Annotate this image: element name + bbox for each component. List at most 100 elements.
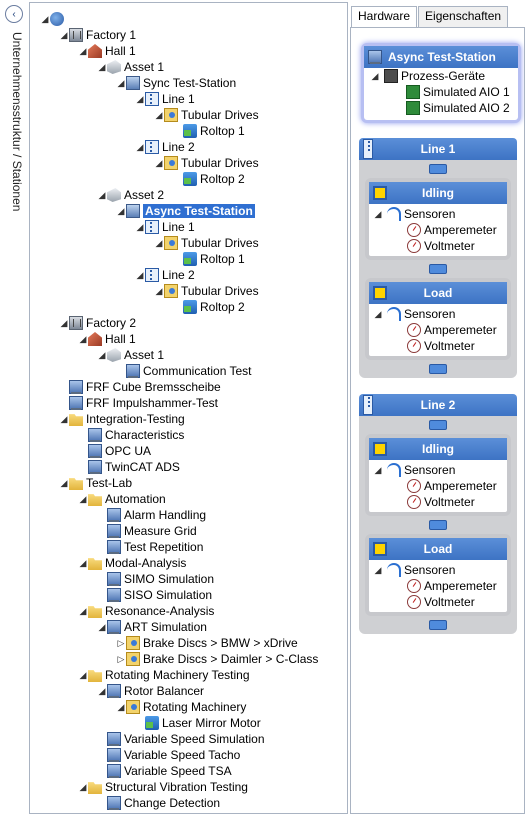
tree-item[interactable]: ◢ Asset 1 xyxy=(97,347,164,363)
sensor-row[interactable]: Voltmeter xyxy=(369,238,507,254)
device-group-row[interactable]: ◢ Prozess-Geräte xyxy=(364,68,518,84)
expand-arrow-icon[interactable]: ◢ xyxy=(97,190,107,201)
expand-arrow-icon[interactable]: ◢ xyxy=(373,465,383,476)
tab-hardware[interactable]: Hardware xyxy=(351,6,418,29)
tree-item[interactable]: ◢ Test-Lab xyxy=(59,475,132,491)
tree-item[interactable]: SISO Simulation xyxy=(97,587,212,603)
tree-item[interactable]: Communication Test xyxy=(116,363,252,379)
tree-item[interactable]: Roltop 1 xyxy=(173,123,245,139)
tree-item[interactable]: Characteristics xyxy=(78,427,184,443)
expand-arrow-icon[interactable]: ◢ xyxy=(135,142,145,153)
tree-item[interactable]: ◢ Rotating Machinery xyxy=(116,699,246,715)
sensor-row[interactable]: Amperemeter xyxy=(369,322,507,338)
expand-arrow-icon[interactable]: ◢ xyxy=(154,238,164,249)
tree-item[interactable]: Roltop 1 xyxy=(173,251,245,267)
tree-item[interactable]: ◢ Structural Vibration Testing xyxy=(78,779,248,795)
expand-arrow-icon[interactable]: ◢ xyxy=(78,606,88,617)
tree-item[interactable]: ◢ Rotor Balancer xyxy=(97,683,204,699)
expand-arrow-icon[interactable]: ◢ xyxy=(97,350,107,361)
sensor-group-row[interactable]: ◢ Sensoren xyxy=(369,306,507,322)
expand-arrow-icon[interactable]: ◢ xyxy=(154,158,164,169)
expand-arrow-icon[interactable]: ◢ xyxy=(135,270,145,281)
expand-arrow-icon[interactable]: ◢ xyxy=(78,670,88,681)
expand-arrow-icon[interactable]: ◢ xyxy=(373,565,383,576)
tree-item[interactable]: ◢ Modal-Analysis xyxy=(78,555,186,571)
sensor-row[interactable]: Amperemeter xyxy=(369,222,507,238)
tree-item[interactable]: ◢ Line 2 xyxy=(135,267,195,283)
tree-item[interactable]: ◢ Automation xyxy=(78,491,166,507)
tree-item[interactable]: OPC UA xyxy=(78,443,151,459)
device-row[interactable]: Simulated AIO 2 xyxy=(364,100,518,116)
device-row[interactable]: Simulated AIO 1 xyxy=(364,84,518,100)
state-card[interactable]: Load ◢ Sensoren Amperemeter Voltmeter xyxy=(365,278,511,360)
state-card[interactable]: Load ◢ Sensoren Amperemeter Voltmeter xyxy=(365,534,511,616)
tree-item[interactable]: ◢ Line 1 xyxy=(135,219,195,235)
sensor-row[interactable]: Amperemeter xyxy=(369,478,507,494)
expand-arrow-icon[interactable]: ◢ xyxy=(78,558,88,569)
tree-item[interactable]: ◢ Asset 2 xyxy=(97,187,164,203)
expand-arrow-icon[interactable]: ◢ xyxy=(59,478,69,489)
tree-item[interactable]: Roltop 2 xyxy=(173,171,245,187)
tree-item[interactable]: ◢ Tubular Drives xyxy=(154,235,259,251)
tree-item[interactable]: ◢ Hall 1 xyxy=(78,331,136,347)
tree-item[interactable]: Variable Speed Tacho xyxy=(97,747,240,763)
station-card[interactable]: Async Test-Station ◢ Prozess-Geräte Simu… xyxy=(361,43,521,123)
tree-item[interactable]: Variable Speed TSA xyxy=(97,763,232,779)
expand-arrow-icon[interactable]: ◢ xyxy=(59,414,69,425)
tree-item[interactable]: ◢ Factory 1 xyxy=(59,27,136,43)
state-card[interactable]: Idling ◢ Sensoren Amperemeter Voltmeter xyxy=(365,178,511,260)
collapsed-arrow-icon[interactable]: ▷ xyxy=(116,654,126,665)
line-card[interactable]: Line 1 Idling ◢ Sensoren Amperemeter Voltmete… xyxy=(359,138,517,378)
tree-item[interactable]: ◢ Tubular Drives xyxy=(154,155,259,171)
tree-item[interactable]: ◢ Line 1 xyxy=(135,91,195,107)
sensor-row[interactable]: Voltmeter xyxy=(369,594,507,610)
expand-arrow-icon[interactable]: ◢ xyxy=(97,62,107,73)
sensor-row[interactable]: Voltmeter xyxy=(369,494,507,510)
expand-arrow-icon[interactable]: ◢ xyxy=(373,309,383,320)
tree-item[interactable]: ◢ Async Test-Station xyxy=(116,203,255,219)
tree-item[interactable]: ▷ Brake Discs > BMW > xDrive xyxy=(116,635,298,651)
expand-arrow-icon[interactable]: ◢ xyxy=(78,46,88,57)
tree-item[interactable]: FRF Cube Bremsscheibe xyxy=(59,379,221,395)
tree-item[interactable]: TwinCAT ADS xyxy=(78,459,180,475)
expand-arrow-icon[interactable]: ◢ xyxy=(154,110,164,121)
tree-item[interactable]: ◢ Integration-Testing xyxy=(59,411,185,427)
tree-item[interactable]: Measure Grid xyxy=(97,523,197,539)
expand-arrow-icon[interactable]: ◢ xyxy=(116,78,126,89)
sensor-group-row[interactable]: ◢ Sensoren xyxy=(369,206,507,222)
sensor-row[interactable]: Amperemeter xyxy=(369,578,507,594)
tree-item[interactable]: FRF Impulshammer-Test xyxy=(59,395,218,411)
tree-item[interactable]: Variable Speed Simulation xyxy=(97,731,265,747)
chevron-left-icon[interactable]: ‹ xyxy=(5,5,23,23)
tree-item[interactable]: ◢ Rotating Machinery Testing xyxy=(78,667,250,683)
line-card[interactable]: Line 2 Idling ◢ Sensoren Amperemeter Voltmete… xyxy=(359,394,517,634)
tree-root[interactable]: ◢ xyxy=(40,11,67,27)
tree-item[interactable]: ◢ Sync Test-Station xyxy=(116,75,236,91)
expand-arrow-icon[interactable]: ◢ xyxy=(154,286,164,297)
expand-arrow-icon[interactable]: ◢ xyxy=(97,686,107,697)
expand-arrow-icon[interactable]: ◢ xyxy=(370,71,380,82)
expand-arrow-icon[interactable]: ◢ xyxy=(40,14,50,25)
tree-item[interactable]: ◢ Factory 2 xyxy=(59,315,136,331)
tree-item[interactable]: ◢ Resonance-Analysis xyxy=(78,603,214,619)
sensor-group-row[interactable]: ◢ Sensoren xyxy=(369,562,507,578)
expand-arrow-icon[interactable]: ◢ xyxy=(116,206,126,217)
tree-item[interactable]: Test Repetition xyxy=(97,539,203,555)
tree-item[interactable]: ▷ Brake Discs > Daimler > C-Class xyxy=(116,651,318,667)
tab-eigenschaften[interactable]: Eigenschaften xyxy=(418,6,509,27)
expand-arrow-icon[interactable]: ◢ xyxy=(78,334,88,345)
expand-arrow-icon[interactable]: ◢ xyxy=(135,222,145,233)
tree-item[interactable]: ◢ Asset 1 xyxy=(97,59,164,75)
tree-item[interactable]: ◢ Tubular Drives xyxy=(154,283,259,299)
expand-arrow-icon[interactable]: ◢ xyxy=(373,209,383,220)
collapsed-arrow-icon[interactable]: ▷ xyxy=(116,638,126,649)
tree-item[interactable]: Change Detection xyxy=(97,795,220,811)
expand-arrow-icon[interactable]: ◢ xyxy=(59,30,69,41)
expand-arrow-icon[interactable]: ◢ xyxy=(59,318,69,329)
expand-arrow-icon[interactable]: ◢ xyxy=(78,782,88,793)
expand-arrow-icon[interactable]: ◢ xyxy=(116,702,126,713)
expand-arrow-icon[interactable]: ◢ xyxy=(78,494,88,505)
sensor-group-row[interactable]: ◢ Sensoren xyxy=(369,462,507,478)
tree-item[interactable]: Alarm Handling xyxy=(97,507,206,523)
sensor-row[interactable]: Voltmeter xyxy=(369,338,507,354)
